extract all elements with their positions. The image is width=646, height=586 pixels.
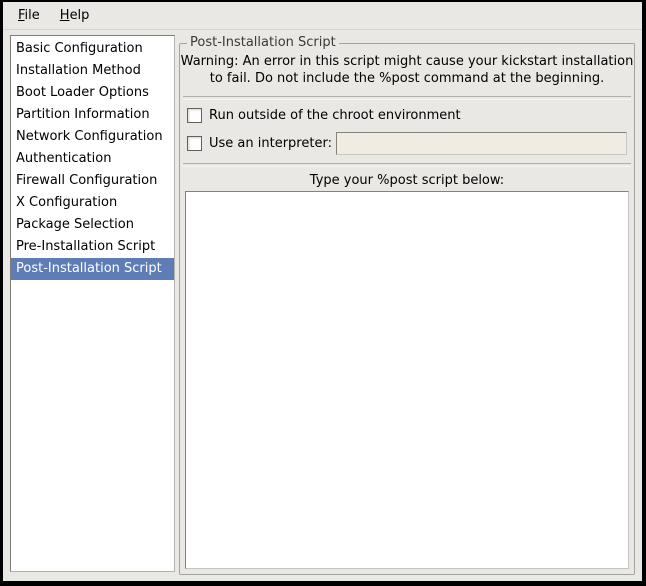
separator xyxy=(183,96,631,100)
warning-line-2: to fail. Do not include the %post comman… xyxy=(180,70,634,87)
interpreter-input[interactable] xyxy=(336,132,627,155)
sidebar-item-boot-loader-options[interactable]: Boot Loader Options xyxy=(11,82,174,104)
warning-line-1: Warning: An error in this script might c… xyxy=(180,53,634,70)
interpreter-checkbox[interactable] xyxy=(187,136,202,151)
chroot-checkbox[interactable] xyxy=(187,108,202,123)
post-installation-frame: Post-Installation Script Warning: An err… xyxy=(179,43,635,575)
warning-label: Warning: An error in this script might c… xyxy=(180,53,634,87)
menu-help[interactable]: Help xyxy=(50,4,100,27)
menu-file[interactable]: File xyxy=(8,4,50,27)
frame-title: Post-Installation Script xyxy=(187,35,339,50)
sidebar-item-package-selection[interactable]: Package Selection xyxy=(11,214,174,236)
sidebar-item-authentication[interactable]: Authentication xyxy=(11,148,174,170)
menu-help-accel: H xyxy=(60,8,70,23)
menu-bar: File Help xyxy=(3,2,642,30)
menu-help-label: elp xyxy=(70,8,90,23)
sidebar-item-post-installation-script[interactable]: Post-Installation Script xyxy=(11,258,174,280)
sidebar-item-firewall-configuration[interactable]: Firewall Configuration xyxy=(11,170,174,192)
interpreter-option-row: Use an interpreter: xyxy=(187,131,627,156)
kickstart-configurator-window: File Help Basic Configuration Installati… xyxy=(0,0,646,586)
chroot-checkbox-label: Run outside of the chroot environment xyxy=(209,108,461,123)
chroot-option-row: Run outside of the chroot environment xyxy=(187,106,627,124)
sidebar-item-x-configuration[interactable]: X Configuration xyxy=(11,192,174,214)
sidebar-item-partition-information[interactable]: Partition Information xyxy=(11,104,174,126)
script-area-label: Type your %post script below: xyxy=(180,173,634,188)
sidebar-item-network-configuration[interactable]: Network Configuration xyxy=(11,126,174,148)
script-area-frame xyxy=(185,191,629,569)
sidebar-item-installation-method[interactable]: Installation Method xyxy=(11,60,174,82)
section-list: Basic Configuration Installation Method … xyxy=(10,35,175,572)
sidebar-item-basic-configuration[interactable]: Basic Configuration xyxy=(11,38,174,60)
interpreter-checkbox-label: Use an interpreter: xyxy=(209,136,332,151)
menu-file-label: ile xyxy=(25,8,40,23)
sidebar-item-pre-installation-script[interactable]: Pre-Installation Script xyxy=(11,236,174,258)
post-script-textarea[interactable] xyxy=(188,194,626,566)
separator xyxy=(183,163,631,167)
